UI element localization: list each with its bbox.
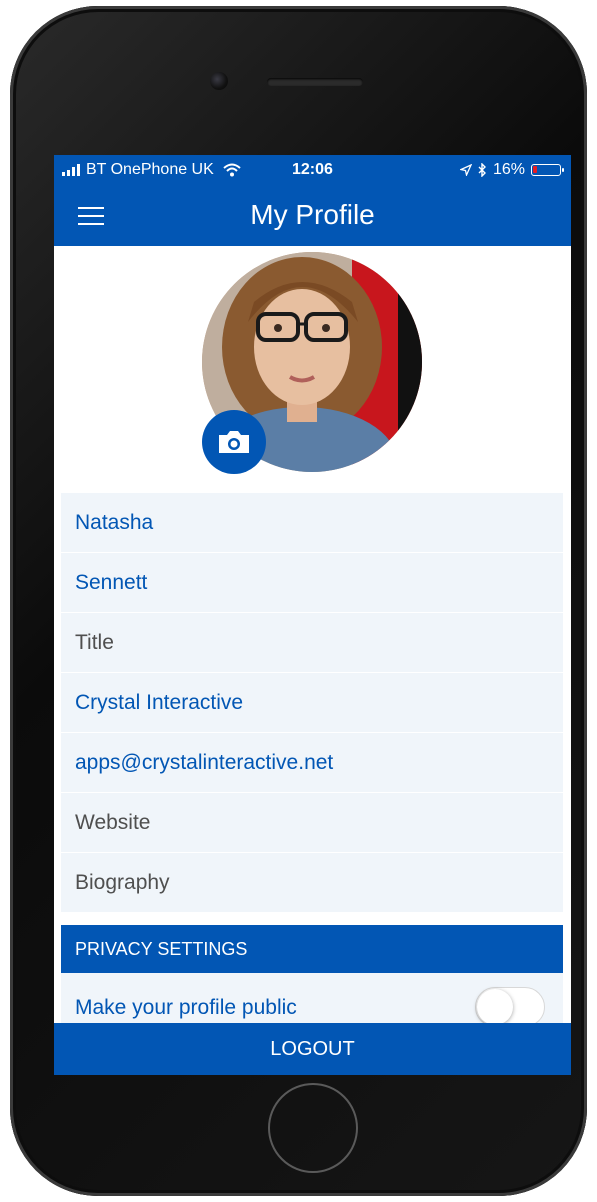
battery-percent: 16% <box>492 161 525 178</box>
status-right: 16% <box>459 161 564 179</box>
battery-icon <box>531 164 564 176</box>
signal-bars-icon <box>62 164 80 176</box>
location-arrow-icon <box>459 164 472 176</box>
status-left: BT OnePhone UK <box>62 161 241 179</box>
field-biography[interactable]: Biography <box>61 853 563 913</box>
make-public-toggle[interactable] <box>475 987 545 1027</box>
battery-fill <box>533 166 537 173</box>
field-company[interactable]: Crystal Interactive <box>61 673 563 733</box>
toggle-knob <box>477 989 513 1025</box>
privacy-settings-header: PRIVACY SETTINGS <box>61 925 563 973</box>
phone-frame: BT OnePhone UK 12:06 16% My Profile Nata… <box>10 6 587 1196</box>
carrier-name: BT OnePhone UK <box>86 161 214 178</box>
field-email[interactable]: apps@crystalinteractive.net <box>61 733 563 793</box>
status-time: 12:06 <box>292 161 333 178</box>
battery-tip <box>562 168 564 172</box>
field-first-name[interactable]: Natasha <box>61 493 563 553</box>
camera-icon <box>219 431 249 453</box>
wifi-icon <box>223 163 241 177</box>
change-photo-button[interactable] <box>202 410 266 474</box>
field-title[interactable]: Title <box>61 613 563 673</box>
field-last-name[interactable]: Sennett <box>61 553 563 613</box>
logout-button[interactable]: LOGOUT <box>54 1023 571 1075</box>
status-bar: BT OnePhone UK 12:06 16% <box>54 155 571 185</box>
profile-fields: Natasha Sennett Title Crystal Interactive ap… <box>61 493 563 913</box>
make-public-label: Make your profile public <box>75 996 297 1019</box>
app-screen: BT OnePhone UK 12:06 16% My Profile Nata… <box>54 155 571 1075</box>
avatar-area <box>54 246 571 493</box>
field-website[interactable]: Website <box>61 793 563 853</box>
bluetooth-icon <box>478 163 486 177</box>
earpiece-speaker <box>267 78 363 86</box>
front-camera <box>210 72 228 90</box>
nav-bar: My Profile <box>54 185 571 246</box>
home-button[interactable] <box>268 1083 358 1173</box>
page-title: My Profile <box>250 199 375 230</box>
